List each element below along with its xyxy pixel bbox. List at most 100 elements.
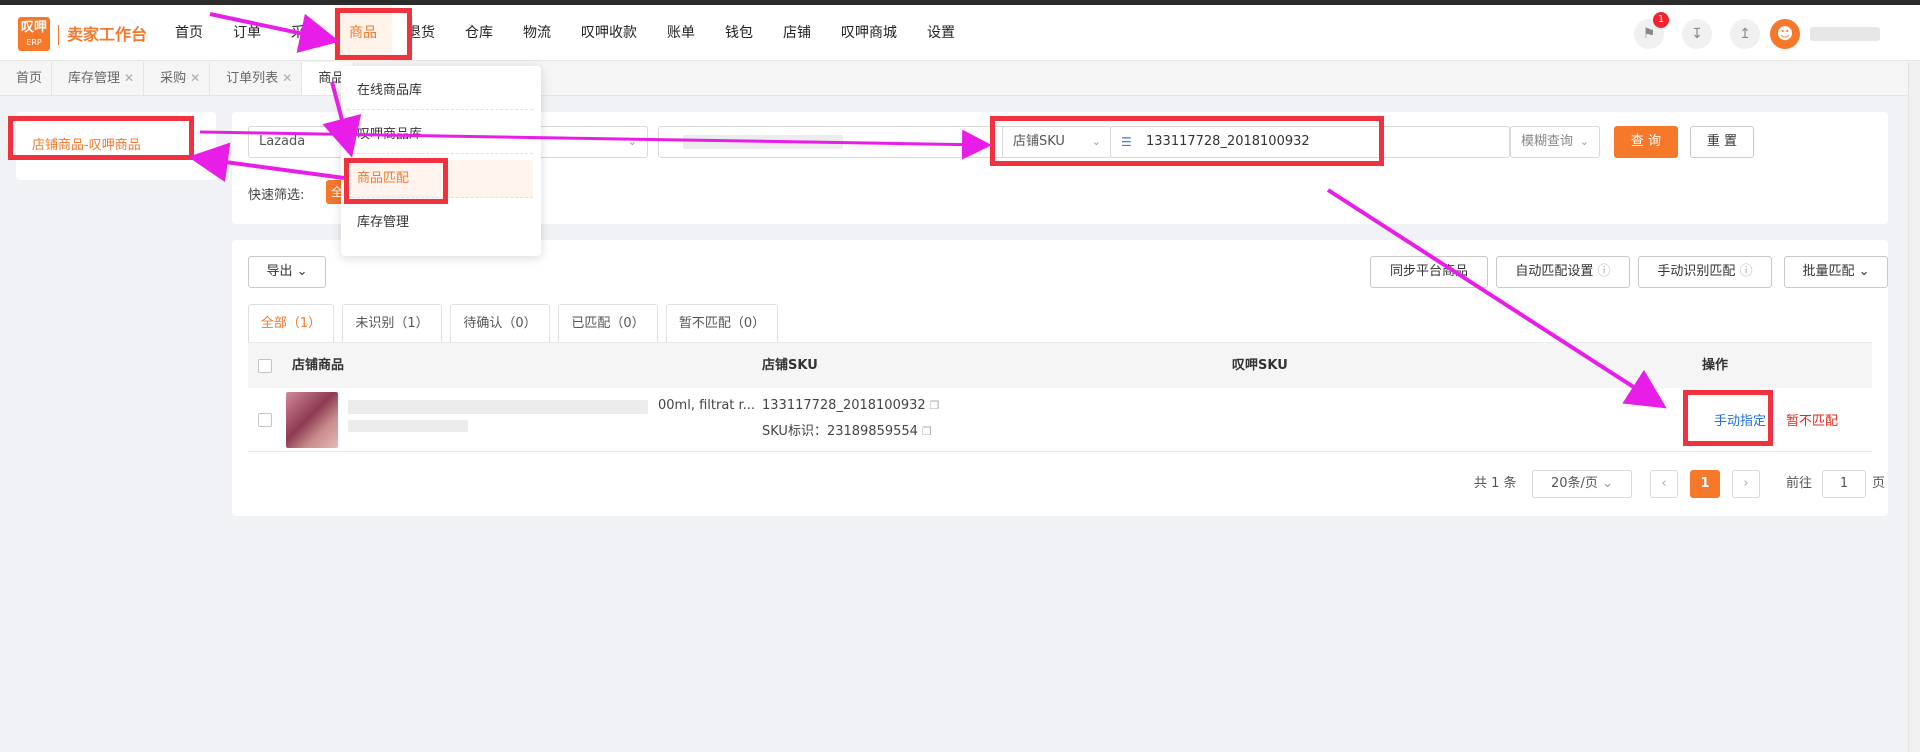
chevron-down-icon: ⌄ xyxy=(296,264,308,279)
close-icon[interactable]: ✕ xyxy=(190,71,200,85)
tab-pending[interactable]: 待确认（0） xyxy=(450,304,550,342)
sku-id-cell: SKU标识：23189859554 ❐ xyxy=(762,420,932,439)
sidebar-item-shop-products[interactable]: 店铺商品-叹呷商品 xyxy=(32,134,141,153)
goto-page-input[interactable]: 1 xyxy=(1822,470,1866,498)
reset-button[interactable]: 重 置 xyxy=(1690,126,1754,158)
megaphone-icon[interactable]: ⚑ 1 xyxy=(1634,12,1669,49)
nav-home[interactable]: 首页 xyxy=(160,5,218,61)
query-button[interactable]: 查 询 xyxy=(1614,126,1678,158)
manual-assign-link[interactable]: 手动指定 xyxy=(1714,410,1766,429)
batch-match-label: 批量匹配 xyxy=(1802,264,1855,279)
chevron-down-icon: ⌄ xyxy=(627,135,637,148)
tab-purchase[interactable]: 采购 ✕ xyxy=(144,62,211,95)
goto-label: 前往 xyxy=(1786,476,1813,491)
row-checkbox[interactable] xyxy=(258,413,272,427)
sku-search-value: 133117728_2018100932 xyxy=(1146,134,1310,149)
export-label: 导出 xyxy=(266,264,293,279)
tab-not-match[interactable]: 暂不匹配（0） xyxy=(666,304,778,342)
nav-bills[interactable]: 账单 xyxy=(652,5,710,61)
menu-item-product-match[interactable]: 商品匹配 xyxy=(347,160,533,198)
batch-match-button[interactable]: 批量匹配 ⌄ xyxy=(1784,256,1888,288)
username-blurred[interactable] xyxy=(1810,27,1880,41)
products-dropdown-menu: 在线商品库 叹呷商品库 商品匹配 库存管理 xyxy=(341,66,541,256)
product-name-tail[interactable]: 00ml, filtrat r... xyxy=(658,398,755,413)
tab-all[interactable]: 全部（1） xyxy=(248,304,334,342)
nav-returns[interactable]: 退货 xyxy=(392,5,450,61)
nav-settings[interactable]: 设置 xyxy=(912,5,970,61)
page-size-select[interactable]: 20条/页 ⌄ xyxy=(1532,470,1632,498)
user-avatar[interactable]: ☻ xyxy=(1770,19,1800,49)
tab-inventory[interactable]: 库存管理 ✕ xyxy=(52,62,145,95)
total-count: 共 1 条 xyxy=(1474,476,1517,491)
nav-orders[interactable]: 订单 xyxy=(218,5,276,61)
manual-identify-label: 手动识别匹配 xyxy=(1657,264,1736,279)
col-operations: 操作 xyxy=(1702,358,1729,373)
product-sub-blurred xyxy=(348,420,468,432)
manual-identify-button[interactable]: 手动识别匹配 ⓘ xyxy=(1638,256,1772,288)
tab-label: 订单列表 xyxy=(226,71,279,86)
logo[interactable]: 叹呷 ERP xyxy=(18,17,50,51)
menu-item-online-products[interactable]: 在线商品库 xyxy=(347,72,533,110)
sku-id-value: SKU标识：23189859554 xyxy=(762,424,918,439)
close-icon[interactable]: ✕ xyxy=(282,71,292,85)
tab-label: 库存管理 xyxy=(68,71,121,86)
top-navbar: 叹呷 ERP 卖家工作台 首页 订单 采购 商品 退货 仓库 物流 叹呷收款 账… xyxy=(0,5,1920,61)
platform-value: Lazada xyxy=(259,134,306,149)
help-icon: ⓘ xyxy=(1597,264,1611,279)
nav-products[interactable]: 商品 xyxy=(334,5,392,61)
tab-orders[interactable]: 订单列表 ✕ xyxy=(210,62,303,95)
logo-sub: ERP xyxy=(26,38,42,47)
product-image[interactable] xyxy=(286,392,338,448)
nav-payments[interactable]: 叹呷收款 xyxy=(566,5,652,61)
chevron-down-icon: ⌄ xyxy=(1579,135,1589,148)
shop-sku-value: 133117728_2018100932 xyxy=(762,398,926,413)
download-icon[interactable]: ↧ xyxy=(1682,19,1712,49)
main-nav: 首页 订单 采购 商品 退货 仓库 物流 叹呷收款 账单 钱包 店铺 叹呷商城 … xyxy=(160,5,970,61)
list-search-icon: ☰ xyxy=(1121,135,1132,149)
export-button[interactable]: 导出 ⌄ xyxy=(248,256,326,288)
copy-icon[interactable]: ❐ xyxy=(930,399,940,412)
sku-search-input[interactable]: ☰ 133117728_2018100932 xyxy=(1110,126,1510,158)
share-icon[interactable]: ↥ xyxy=(1730,19,1760,49)
page-unit: 页 xyxy=(1872,476,1886,491)
prev-page-button[interactable]: ‹ xyxy=(1650,470,1678,498)
close-icon[interactable]: ✕ xyxy=(124,71,134,85)
top-icons: ⚑ 1 ↧ ↥ xyxy=(1634,12,1760,49)
copy-icon[interactable]: ❐ xyxy=(922,425,932,438)
match-mode-select[interactable]: 模糊查询 ⌄ xyxy=(1510,126,1600,158)
nav-logistics[interactable]: 物流 xyxy=(508,5,566,61)
menu-item-erp-products[interactable]: 叹呷商品库 xyxy=(347,116,533,154)
sku-field-select[interactable]: 店铺SKU ⌄ xyxy=(1002,126,1112,158)
skip-match-link[interactable]: 暂不匹配 xyxy=(1786,410,1838,429)
chevron-down-icon: ⌄ xyxy=(1858,264,1870,279)
tab-home[interactable]: 首页 xyxy=(0,62,53,95)
page-size-value: 20条/页 xyxy=(1551,476,1598,491)
nav-mall[interactable]: 叹呷商城 xyxy=(826,5,912,61)
select-all-checkbox[interactable] xyxy=(258,359,272,373)
page-tabs: 首页 库存管理 ✕ 采购 ✕ 订单列表 ✕ 商品 xyxy=(0,62,1920,96)
chevron-down-icon: ⌄ xyxy=(1602,476,1613,491)
next-page-button[interactable]: › xyxy=(1732,470,1760,498)
nav-shops[interactable]: 店铺 xyxy=(768,5,826,61)
menu-item-inventory[interactable]: 库存管理 xyxy=(347,204,533,242)
nav-purchase[interactable]: 采购 xyxy=(276,5,334,61)
scrollbar[interactable] xyxy=(1908,62,1920,752)
tab-label: 采购 xyxy=(160,71,187,86)
sidebar: 店铺商品-叹呷商品 xyxy=(16,112,216,180)
nav-wallet[interactable]: 钱包 xyxy=(710,5,768,61)
nav-warehouse[interactable]: 仓库 xyxy=(450,5,508,61)
shop-value-blurred xyxy=(683,135,843,149)
col-shop-sku: 店铺SKU xyxy=(762,358,818,373)
brand-title: 卖家工作台 xyxy=(58,25,147,45)
table-row: 00ml, filtrat r... 133117728_2018100932 ❐… xyxy=(248,388,1872,452)
help-icon: ⓘ xyxy=(1739,264,1753,279)
col-erp-sku: 叹呷SKU xyxy=(1232,358,1288,373)
sync-products-button[interactable]: 同步平台商品 xyxy=(1370,256,1488,288)
auto-match-settings-button[interactable]: 自动匹配设置 ⓘ xyxy=(1496,256,1630,288)
tab-matched[interactable]: 已匹配（0） xyxy=(558,304,658,342)
tab-unidentified[interactable]: 未识别（1） xyxy=(342,304,442,342)
sku-field-value: 店铺SKU xyxy=(1013,134,1065,149)
col-shop-product: 店铺商品 xyxy=(292,358,345,373)
current-page[interactable]: 1 xyxy=(1690,470,1720,498)
logo-text: 叹呷 xyxy=(20,20,47,35)
